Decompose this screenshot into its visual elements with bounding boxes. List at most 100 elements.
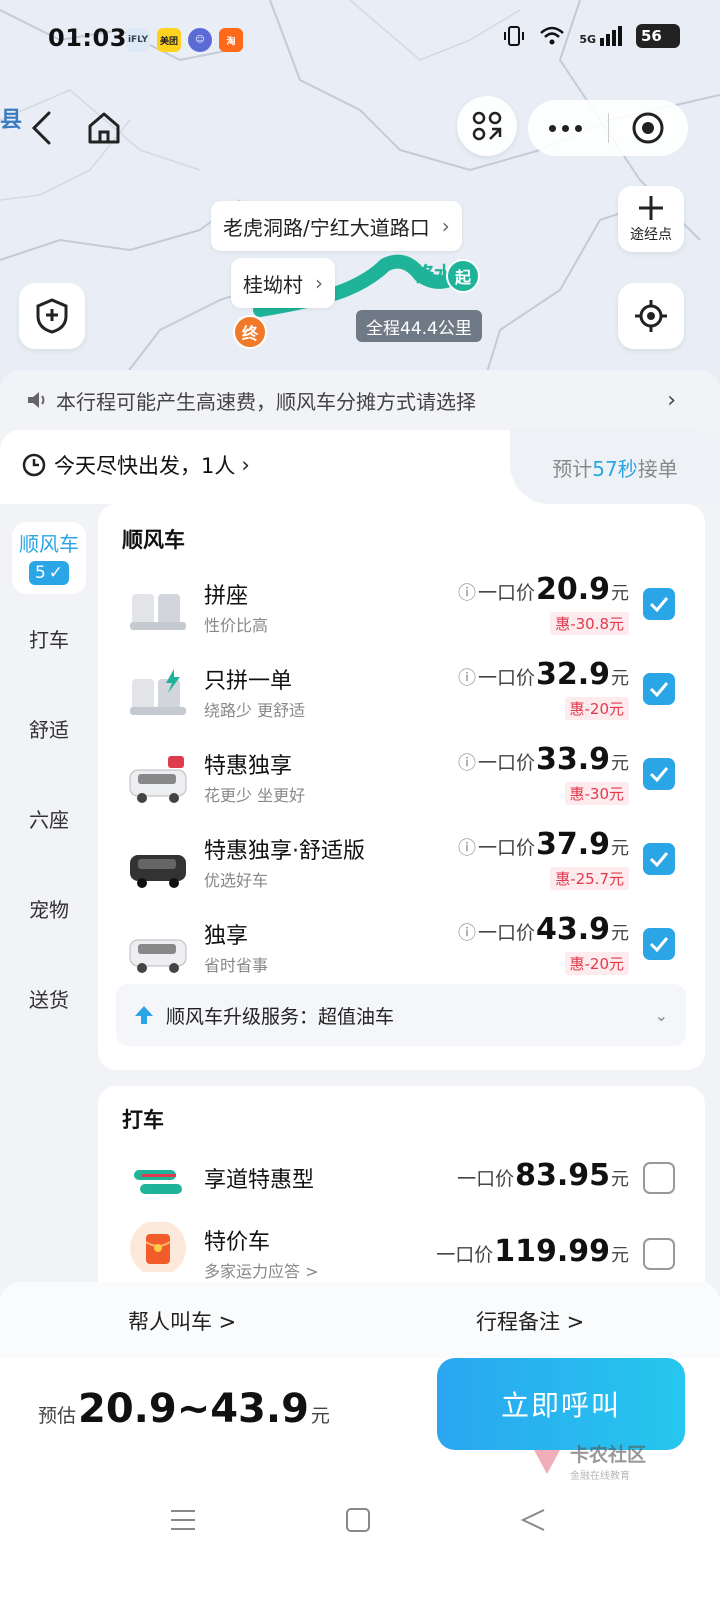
black-car-icon — [130, 855, 186, 888]
route-end-chip[interactable]: 桂坳村 › — [231, 258, 335, 308]
info-icon: ⓘ — [457, 583, 476, 604]
upgrade-arrow-icon — [135, 1006, 153, 1024]
ride-option-pinzuo[interactable]: 拼座 性价比高 ⓘ 一口价 20.9 元 惠-30.8元 — [98, 570, 705, 652]
taxi-option-xiangdao[interactable]: 享道特惠型 一口价 83.95 元 — [98, 1144, 705, 1226]
target-circle-icon — [632, 112, 664, 144]
check-icon: ✓ — [48, 563, 64, 583]
scan-button[interactable] — [457, 96, 517, 156]
option-checkbox[interactable] — [643, 588, 675, 620]
distance-chip: 全程44.4公里 — [356, 310, 482, 342]
tab-shunfeng[interactable]: 顺风车 5 ✓ — [12, 522, 86, 594]
discount-badge: 惠-25.7元 — [550, 867, 629, 890]
discount-badge: 惠-20元 — [564, 952, 629, 975]
more-dots-icon — [548, 124, 556, 132]
capsule-menu — [528, 100, 688, 156]
section-title: 打车 — [122, 1108, 164, 1132]
system-home-button[interactable] — [345, 1508, 371, 1536]
departure-text: 今天尽快出发，1人 — [54, 454, 236, 478]
back-arrow-icon — [31, 111, 51, 145]
watermark-logo-icon — [534, 1450, 560, 1474]
info-icon: ⓘ — [457, 838, 476, 859]
more-button[interactable] — [528, 124, 602, 132]
option-checkbox[interactable] — [643, 843, 675, 875]
meituan-app-icon: 美团 — [157, 28, 181, 52]
upgrade-text: 顺风车升级服务：超值油车 — [166, 1005, 395, 1028]
check-icon — [649, 852, 669, 867]
selected-count-badge: 5 ✓ — [28, 561, 70, 585]
price: ⓘ 一口价 20.9 元 — [457, 572, 629, 607]
chevron-right-icon: › — [241, 453, 250, 477]
toll-notice[interactable]: 本行程可能产生高速费，顺风车分摊方式请选择 › — [0, 370, 720, 430]
ride-option-exclusive[interactable]: 独享 省时省事 ⓘ 一口价 43.9 元 惠-20元 — [98, 910, 705, 992]
locate-button[interactable] — [618, 283, 684, 349]
eta-info: 预计 57秒 接单 — [510, 430, 720, 504]
waypoint-label: 途经点 — [630, 227, 672, 243]
white-car-icon — [129, 939, 187, 973]
discount-badge: 惠-20元 — [564, 697, 629, 720]
option-checkbox[interactable] — [643, 673, 675, 705]
chevron-right-icon: › — [667, 387, 676, 413]
ifly-app-icon: iFLY — [126, 28, 150, 52]
home-icon — [88, 112, 120, 144]
back-button[interactable] — [22, 108, 62, 148]
scan-icon — [472, 111, 502, 141]
map-view[interactable]: 01:03 iFLY 美团 ☺ 淘 5G 56 县 途经点 老虎洞路/宁红大道路… — [0, 0, 720, 395]
locate-icon — [635, 300, 667, 332]
route-start-chip[interactable]: 老虎洞路/宁红大道路口 › — [211, 201, 462, 251]
signal-icon: 5G — [579, 26, 622, 46]
option-checkbox[interactable] — [643, 758, 675, 790]
shield-icon — [36, 298, 68, 334]
info-icon: ⓘ — [457, 753, 476, 774]
square-icon — [346, 1508, 370, 1532]
route-start-label: 老虎洞路/宁红大道路口 — [223, 215, 430, 240]
system-menu-button[interactable] — [170, 1508, 196, 1536]
price: ⓘ 一口价 33.9 元 — [457, 742, 629, 777]
ride-option-single[interactable]: 只拼一单 绕路少 更舒适 ⓘ 一口价 32.9 元 惠-20元 — [98, 655, 705, 737]
departure-time-selector[interactable]: 今天尽快出发，1人 › — [22, 450, 250, 480]
home-button[interactable] — [84, 108, 124, 148]
discount-badge: 惠-30元 — [564, 782, 629, 805]
departure-bar: 今天尽快出发，1人 › 预计 57秒 接单 — [0, 430, 720, 504]
safety-button[interactable] — [19, 283, 85, 349]
tab-taxi[interactable]: 打车 — [0, 624, 98, 653]
option-checkbox[interactable] — [643, 1162, 675, 1194]
call-now-button[interactable]: 立即呼叫 — [437, 1358, 685, 1450]
menu-lines-icon — [171, 1510, 195, 1530]
system-back-button[interactable] — [520, 1508, 546, 1536]
bottom-bar: 预估 20.9~43.9 元 立即呼叫 卡农社区 金融在线教育 — [0, 1358, 720, 1604]
info-icon: ⓘ — [457, 668, 476, 689]
watermark: 卡农社区 金融在线教育 — [530, 1440, 646, 1482]
taobao-app-icon: 淘 — [219, 28, 243, 52]
upgrade-service-row[interactable]: 顺风车升级服务：超值油车 ⌄ — [116, 984, 686, 1046]
tab-comfort[interactable]: 舒适 — [0, 714, 98, 743]
end-pin: 终 — [233, 315, 267, 349]
chevron-down-icon: ⌄ — [654, 1005, 668, 1025]
price: 一口价 119.99 元 — [436, 1234, 629, 1269]
option-checkbox[interactable] — [643, 1238, 675, 1270]
xiangdao-logo-icon — [134, 1170, 182, 1194]
shunfeng-card: 顺风车 拼座 性价比高 ⓘ 一口价 20.9 元 惠-30.8元 只拼一单 绕路少 更… — [98, 504, 705, 1070]
tab-pet[interactable]: 宠物 — [0, 894, 98, 923]
tab-six-seat[interactable]: 六座 — [0, 804, 98, 833]
trip-note-link[interactable]: 行程备注 > — [476, 1306, 584, 1336]
triangle-back-icon — [520, 1509, 545, 1531]
price: 一口价 83.95 元 — [457, 1158, 629, 1193]
check-icon — [649, 597, 669, 612]
option-checkbox[interactable] — [643, 928, 675, 960]
close-miniapp-button[interactable] — [615, 111, 681, 145]
call-for-others-link[interactable]: 帮人叫车 > — [128, 1306, 236, 1336]
price: ⓘ 一口价 32.9 元 — [457, 657, 629, 692]
check-icon — [649, 682, 669, 697]
add-waypoint-button[interactable]: 途经点 — [618, 186, 684, 252]
map-county-label: 县 — [0, 108, 23, 133]
assistant-app-icon: ☺ — [188, 28, 212, 52]
tab-delivery[interactable]: 送货 — [0, 984, 98, 1013]
status-bar: 01:03 iFLY 美团 ☺ 淘 5G 56 — [0, 0, 720, 80]
clock-icon — [22, 453, 46, 477]
price: ⓘ 一口价 37.9 元 — [457, 827, 629, 862]
price: ⓘ 一口价 43.9 元 — [457, 912, 629, 947]
ride-option-special-exclusive[interactable]: 特惠独享 花更少 坐更好 ⓘ 一口价 33.9 元 惠-30元 — [98, 740, 705, 822]
red-envelope-icon — [130, 1222, 186, 1272]
chevron-right-icon: › — [315, 271, 323, 295]
ride-option-comfort-exclusive[interactable]: 特惠独享·舒适版 优选好车 ⓘ 一口价 37.9 元 惠-25.7元 — [98, 825, 705, 907]
